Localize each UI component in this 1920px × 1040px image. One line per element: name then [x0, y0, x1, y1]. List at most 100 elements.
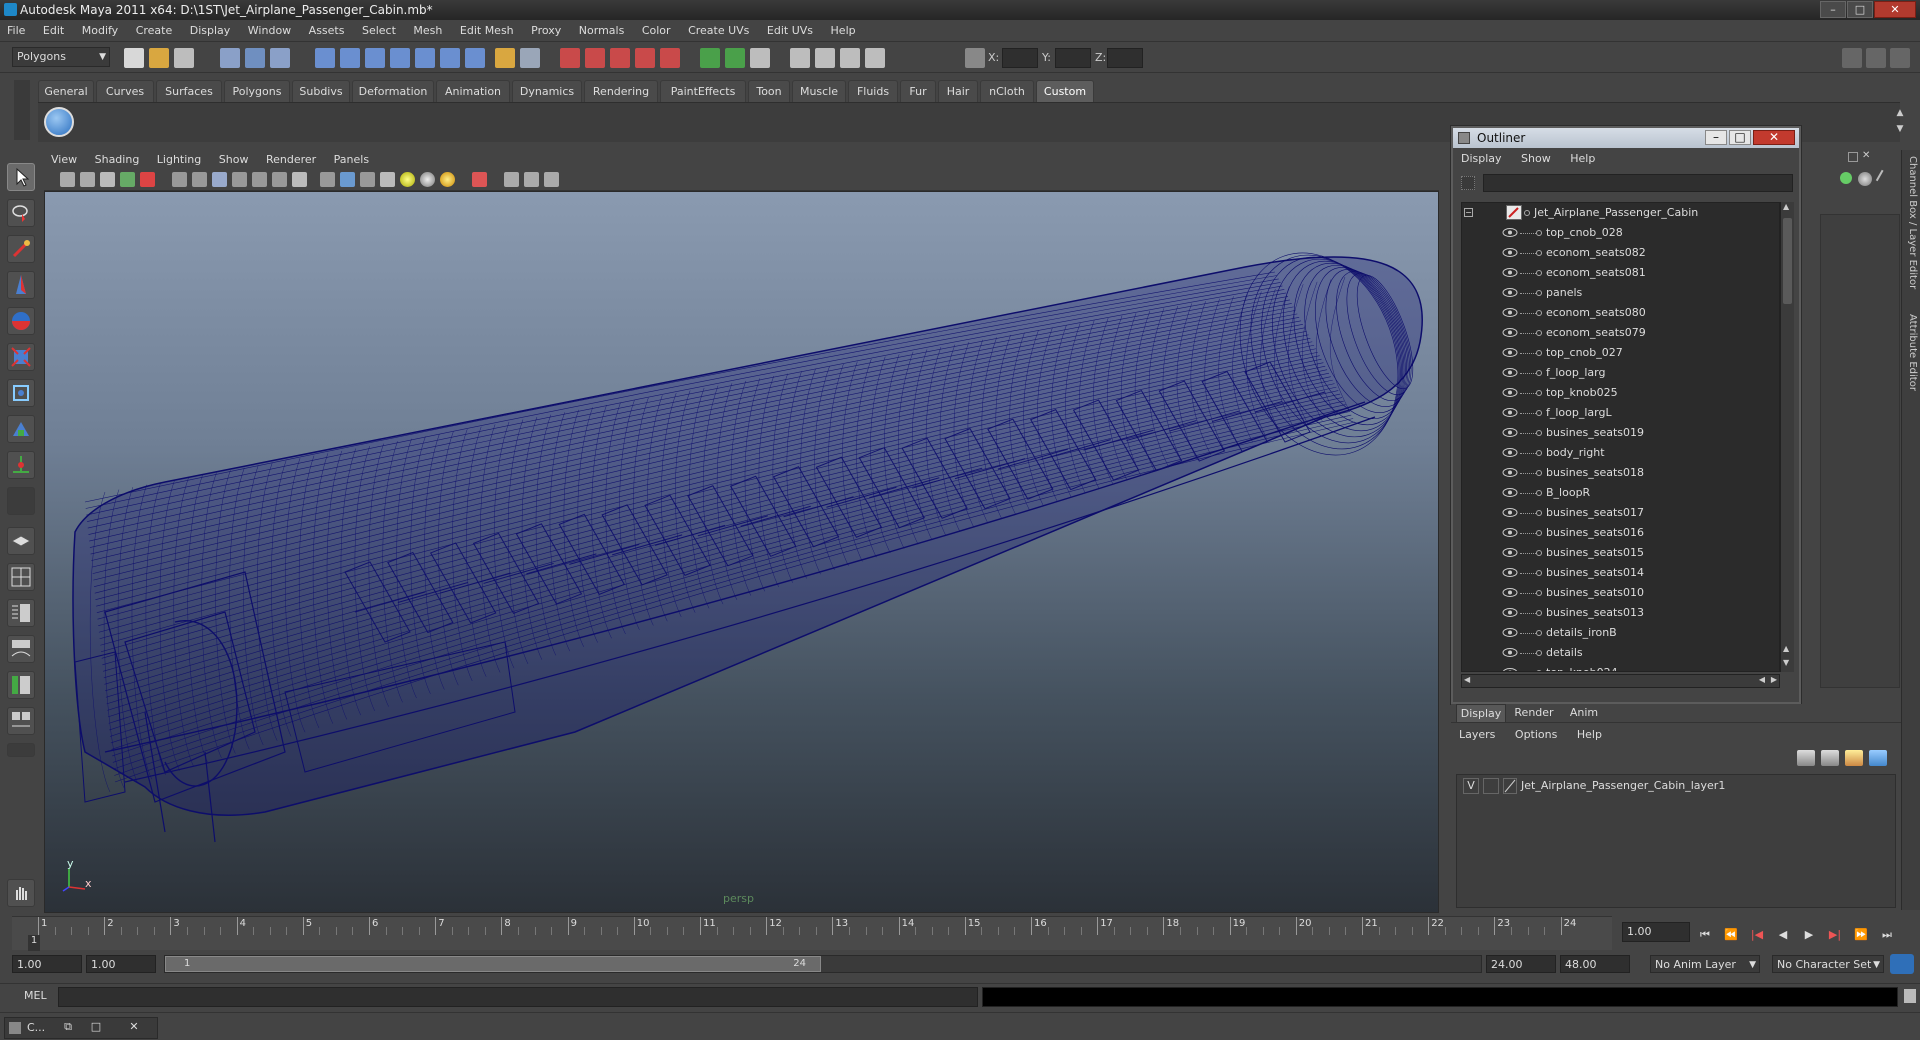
- step-forward-key-icon[interactable]: ⏩: [1852, 927, 1870, 943]
- mode-selector[interactable]: Polygons ▼: [12, 47, 110, 67]
- outliner-item[interactable]: top_cnob_028: [1462, 223, 1779, 243]
- show-hide-attribute-icon[interactable]: [700, 48, 720, 68]
- checkmark-icon[interactable]: [44, 107, 74, 137]
- tab-surfaces[interactable]: Surfaces: [156, 80, 222, 102]
- layer-row[interactable]: V Jet_Airplane_Passenger_Cabin_layer1: [1457, 775, 1895, 797]
- script-editor-icon[interactable]: [1904, 989, 1916, 1003]
- field-chart-icon[interactable]: [252, 172, 267, 187]
- channel-box-toggle-icon[interactable]: [1890, 48, 1910, 68]
- image-plane-icon[interactable]: [120, 172, 135, 187]
- outliner-item[interactable]: busines_seats013: [1462, 603, 1779, 623]
- scroll-left-end-arrow-icon[interactable]: ◀: [1759, 675, 1765, 684]
- visibility-eye-icon[interactable]: [1502, 267, 1518, 278]
- layer-visibility-toggle[interactable]: V: [1463, 778, 1479, 794]
- outliner-item[interactable]: econom_seats082: [1462, 243, 1779, 263]
- vp-menu-view[interactable]: View: [44, 151, 84, 169]
- visibility-eye-icon[interactable]: [1502, 467, 1518, 478]
- tab-subdivs[interactable]: Subdivs: [292, 80, 350, 102]
- isolate-select-icon[interactable]: [504, 172, 519, 187]
- menu-create[interactable]: Create: [129, 20, 180, 42]
- channel-sphere-icon[interactable]: [1858, 172, 1872, 186]
- outliner-item[interactable]: top_knob025: [1462, 383, 1779, 403]
- visibility-eye-icon[interactable]: [1502, 547, 1518, 558]
- start-time-field[interactable]: 1.00: [12, 955, 82, 973]
- manipulator-tool-icon[interactable]: [7, 379, 35, 407]
- graph-editor-layout-icon[interactable]: [7, 635, 35, 663]
- select-object-icon[interactable]: [245, 48, 265, 68]
- tab-painteffects[interactable]: PaintEffects: [660, 80, 746, 102]
- menu-edit-mesh[interactable]: Edit Mesh: [453, 20, 521, 42]
- close-button[interactable]: ✕: [1874, 1, 1916, 18]
- shadows-icon[interactable]: [440, 172, 455, 187]
- select-component-icon[interactable]: [270, 48, 290, 68]
- gate-mask-icon[interactable]: [232, 172, 247, 187]
- tab-animation[interactable]: Animation: [436, 80, 510, 102]
- outliner-close-button[interactable]: ✕: [1753, 130, 1795, 145]
- camera-attributes-icon[interactable]: [80, 172, 95, 187]
- step-back-key-icon[interactable]: ⏪: [1722, 927, 1740, 943]
- time-slider[interactable]: 1 2 3 4 5 6 7 8 9 10 11 12 13 14 15 16 17 18 19 20 21 22 23 24 …: [12, 916, 1612, 951]
- save-scene-icon[interactable]: [174, 48, 194, 68]
- layer-tab-display[interactable]: Display: [1456, 704, 1506, 722]
- history-icon[interactable]: [440, 48, 460, 68]
- scroll-down-arrow-icon[interactable]: ▼: [1783, 658, 1792, 670]
- outliner-item[interactable]: details_ironB: [1462, 623, 1779, 643]
- visibility-eye-icon[interactable]: [1502, 367, 1518, 378]
- scroll-left-arrow-icon[interactable]: ◀: [1464, 675, 1470, 684]
- tab-deformation[interactable]: Deformation: [352, 80, 434, 102]
- snap-grid-icon[interactable]: [315, 48, 335, 68]
- visibility-eye-icon[interactable]: [1502, 387, 1518, 398]
- outliner-root-item[interactable]: − Jet_Airplane_Passenger_Cabin: [1462, 203, 1779, 223]
- paint-select-icon[interactable]: [7, 235, 35, 263]
- safe-action-icon[interactable]: [272, 172, 287, 187]
- tab-hair[interactable]: Hair: [938, 80, 978, 102]
- hand-icon[interactable]: [7, 879, 35, 907]
- show-manipulator-icon[interactable]: [7, 451, 35, 479]
- outliner-item[interactable]: details: [1462, 643, 1779, 663]
- four-view-layout-icon[interactable]: [7, 563, 35, 591]
- visibility-eye-icon[interactable]: [1502, 567, 1518, 578]
- tab-fur[interactable]: Fur: [900, 80, 936, 102]
- visibility-eye-icon[interactable]: [1502, 507, 1518, 518]
- channel-pin-icon[interactable]: [1875, 169, 1893, 187]
- menu-create-uvs[interactable]: Create UVs: [681, 20, 756, 42]
- outliner-maximize-button[interactable]: □: [1729, 130, 1751, 145]
- outliner-item[interactable]: busines_seats016: [1462, 523, 1779, 543]
- layer-display-type-toggle[interactable]: [1483, 778, 1499, 794]
- lock-icon[interactable]: [495, 48, 515, 68]
- outliner-layout-icon[interactable]: [7, 599, 35, 627]
- outliner-item[interactable]: f_loop_larg: [1462, 363, 1779, 383]
- filter-toggle-icon[interactable]: [1461, 176, 1475, 190]
- outliner-vertical-scrollbar[interactable]: ▲ ▲ ▼: [1780, 202, 1794, 672]
- transform-mode-icon[interactable]: [965, 48, 985, 68]
- scale-tool-icon[interactable]: [7, 343, 35, 371]
- soft-mod-tool-icon[interactable]: [7, 415, 35, 443]
- playback-start-field[interactable]: 1.00: [86, 955, 156, 973]
- step-back-frame-icon[interactable]: |◀: [1748, 927, 1766, 943]
- snap-view-plane-icon[interactable]: [390, 48, 410, 68]
- move-tool-icon[interactable]: [7, 271, 35, 299]
- wireframe-on-shaded-icon[interactable]: [360, 172, 375, 187]
- visibility-eye-icon[interactable]: [1502, 307, 1518, 318]
- channel-box-side-tab[interactable]: Channel Box / Layer Editor: [1907, 156, 1918, 289]
- outliner-item[interactable]: top_cnob_027: [1462, 343, 1779, 363]
- playback-end-field[interactable]: 24.00: [1486, 955, 1556, 973]
- visibility-eye-icon[interactable]: [1502, 587, 1518, 598]
- tab-muscle[interactable]: Muscle: [792, 80, 846, 102]
- visibility-eye-icon[interactable]: [1502, 327, 1518, 338]
- current-time-field[interactable]: 1.00: [1622, 922, 1690, 942]
- layer-menu-options[interactable]: Options: [1507, 726, 1565, 744]
- outliner-menu-show[interactable]: Show: [1513, 150, 1559, 168]
- ipr-render-icon[interactable]: [585, 48, 605, 68]
- menu-edit-uvs[interactable]: Edit UVs: [760, 20, 820, 42]
- range-track[interactable]: 1 24: [164, 955, 1482, 973]
- command-input[interactable]: [58, 987, 978, 1007]
- dope-sheet-layout-icon[interactable]: [7, 707, 35, 735]
- vp-menu-shading[interactable]: Shading: [88, 151, 147, 169]
- outliner-item[interactable]: busines_seats019: [1462, 423, 1779, 443]
- film-gate-icon[interactable]: [192, 172, 207, 187]
- minimize-button[interactable]: –: [1820, 1, 1846, 18]
- tab-general[interactable]: General: [38, 80, 94, 102]
- bookmark-icon[interactable]: [100, 172, 115, 187]
- 2d-pan-zoom-icon[interactable]: [140, 172, 155, 187]
